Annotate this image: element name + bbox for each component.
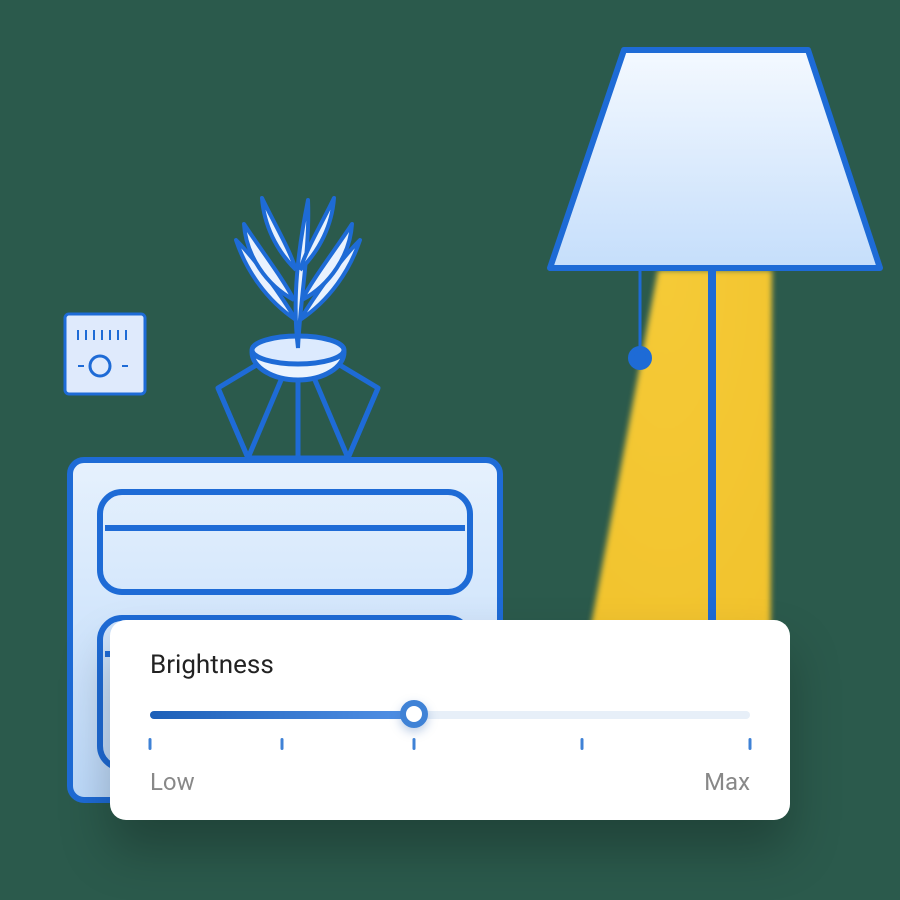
slider-ticks [150,738,750,758]
slider-tick [149,738,152,750]
slider-tick [281,738,284,750]
slider-title: Brightness [150,650,750,680]
slider-thumb[interactable] [400,700,428,728]
wall-switch-icon [65,314,145,394]
slider-max-label: Max [704,768,750,796]
plant-icon [218,198,378,458]
slider-low-label: Low [150,768,195,796]
brightness-slider[interactable] [150,706,750,724]
slider-tick [581,738,584,750]
slider-tick [749,738,752,750]
slider-fill [150,711,414,719]
slider-tick [413,738,416,750]
brightness-card: Brightness Low Max [110,620,790,820]
